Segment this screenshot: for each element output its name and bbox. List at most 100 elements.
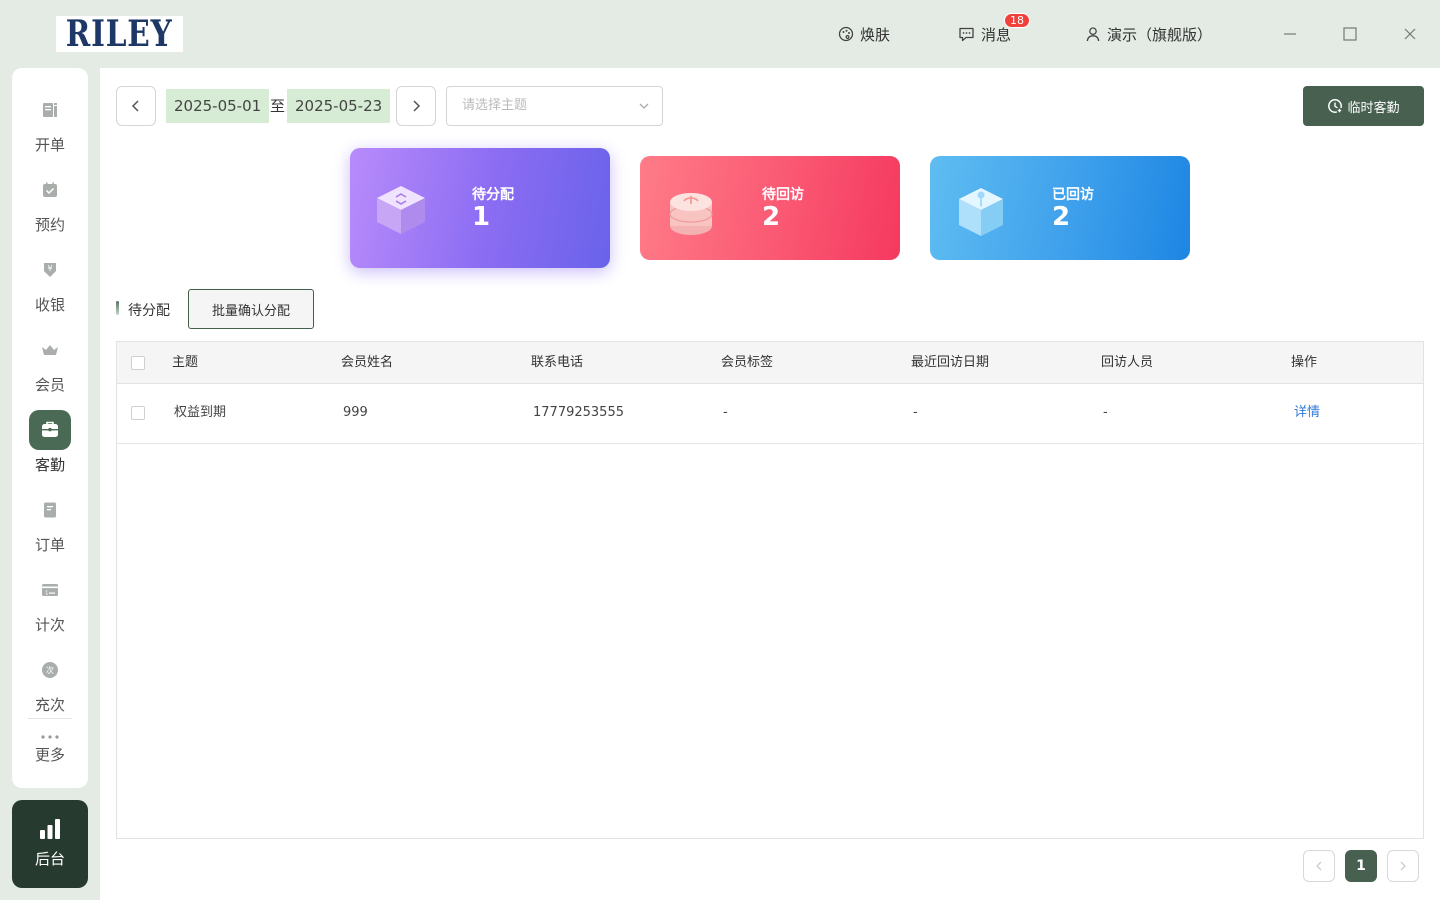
recharge-icon: 次 <box>42 662 58 678</box>
stat-card-title: 已回访 <box>1052 187 1094 203</box>
sidebar-item-member[interactable]: 会员 <box>12 330 88 400</box>
sidebar-divider <box>28 718 72 719</box>
sidebar-item-more[interactable]: 更多 <box>12 732 88 772</box>
backend-label: 后台 <box>34 850 65 868</box>
temp-visit-button[interactable]: 临时客勤 <box>1303 86 1424 126</box>
sidebar-item-label: 充次 <box>34 696 65 714</box>
user-label: 演示（旗舰版） <box>1107 25 1213 44</box>
main-panel: 2025-05-01 至 2025-05-23 请选择主题 临时客勤 待分配 1… <box>100 68 1440 900</box>
bar-chart-icon <box>40 819 60 839</box>
user-menu[interactable]: 演示（旗舰版） <box>1085 22 1212 46</box>
stat-card-pending-visit[interactable]: 待回访 2 <box>640 156 900 260</box>
chevron-left-icon <box>1316 861 1322 871</box>
chevron-right-icon <box>413 100 421 112</box>
cell-phone: 17779253555 <box>533 405 624 420</box>
sidebar-item-orders[interactable]: 订单 <box>12 490 88 560</box>
purple-box-icon <box>377 186 425 234</box>
stat-card-value: 1 <box>472 202 491 232</box>
temp-visit-label: 临时客勤 <box>1347 100 1400 116</box>
app-logo: RILEY <box>56 16 183 52</box>
stat-card-value: 2 <box>1052 202 1071 232</box>
minimize-button[interactable] <box>1278 22 1302 46</box>
crown-icon <box>42 345 58 355</box>
chevron-down-icon <box>639 103 649 109</box>
blue-cube-icon <box>959 188 1003 236</box>
cell-topic: 权益到期 <box>174 405 227 420</box>
logo-text: RILEY <box>66 13 173 55</box>
maximize-icon <box>1343 27 1357 41</box>
close-icon <box>1404 28 1416 40</box>
clock-plus-icon <box>1328 99 1343 114</box>
detail-link[interactable]: 详情 <box>1294 384 1320 442</box>
date-separator: 至 <box>270 97 286 115</box>
stat-card-title: 待回访 <box>762 187 804 203</box>
skin-label: 焕肤 <box>860 25 891 44</box>
table-row[interactable]: 权益到期 999 17779253555 - - - 详情 <box>117 384 1423 444</box>
sidebar-item-label: 收银 <box>34 296 65 314</box>
sidebar-item-label: 订单 <box>34 536 65 554</box>
cashier-icon: ¥ <box>44 263 56 277</box>
visit-table: 主题 会员姓名 联系电话 会员标签 最近回访日期 回访人员 操作 权益到期 99… <box>116 341 1424 839</box>
document-icon <box>44 502 56 518</box>
messages-badge: 18 <box>1004 13 1030 28</box>
chevron-right-icon <box>1400 861 1406 871</box>
sidebar: 开单 预约 ¥ 收银 会员 客勤 订单 1 计次 次 充次 更多 <box>12 68 88 788</box>
cell-last-visit-date: - <box>913 405 918 420</box>
sidebar-item-appointment[interactable]: 预约 <box>12 170 88 240</box>
svg-text:1: 1 <box>45 591 49 597</box>
end-date-input[interactable]: 2025-05-23 <box>287 89 391 123</box>
sidebar-item-label: 预约 <box>34 216 65 234</box>
briefcase-icon <box>42 421 58 437</box>
section-accent-bar <box>116 301 119 315</box>
svg-text:次: 次 <box>46 665 54 675</box>
sidebar-item-billing[interactable]: 开单 <box>12 90 88 160</box>
batch-assign-button[interactable]: 批量确认分配 <box>188 289 314 329</box>
minimize-icon <box>1284 33 1296 35</box>
chat-icon <box>959 27 974 42</box>
stat-card-value: 2 <box>762 202 781 232</box>
skin-button[interactable]: 焕肤 <box>838 22 890 46</box>
next-page-button[interactable] <box>1387 850 1419 882</box>
messages-button[interactable]: 消息 18 <box>958 13 1030 46</box>
current-page[interactable]: 1 <box>1345 850 1377 882</box>
card-icon: 1 <box>42 584 58 597</box>
table-header: 主题 会员姓名 联系电话 会员标签 最近回访日期 回访人员 操作 <box>117 342 1423 384</box>
svg-text:¥: ¥ <box>47 264 52 273</box>
sidebar-item-count-card[interactable]: 1 计次 <box>12 570 88 640</box>
sidebar-item-customer-care[interactable]: 客勤 <box>12 410 88 480</box>
topic-select[interactable]: 请选择主题 <box>446 86 663 126</box>
calendar-check-icon <box>43 182 57 197</box>
maximize-button[interactable] <box>1338 22 1362 46</box>
topic-select-placeholder: 请选择主题 <box>462 98 528 113</box>
sidebar-item-label: 开单 <box>34 136 65 154</box>
sidebar-more-label: 更多 <box>34 746 65 764</box>
backend-button[interactable]: 后台 <box>12 800 88 888</box>
row-checkbox[interactable] <box>131 406 145 420</box>
cell-visit-staff: - <box>1103 405 1108 420</box>
more-icon <box>41 735 59 739</box>
column-header: 会员姓名 <box>341 355 394 370</box>
palette-icon <box>838 26 854 42</box>
close-button[interactable] <box>1398 22 1422 46</box>
sidebar-item-recharge[interactable]: 次 充次 <box>12 650 88 720</box>
stat-card-visited[interactable]: 已回访 2 <box>930 156 1190 260</box>
cell-member-name: 999 <box>343 405 368 420</box>
sidebar-item-label: 客勤 <box>34 456 65 474</box>
sidebar-item-label: 会员 <box>34 376 65 394</box>
column-header: 操作 <box>1291 355 1318 370</box>
next-date-button[interactable] <box>396 86 436 126</box>
user-icon <box>1086 27 1100 42</box>
prev-date-button[interactable] <box>116 86 156 126</box>
sidebar-item-cashier[interactable]: ¥ 收银 <box>12 250 88 320</box>
column-header: 回访人员 <box>1101 355 1154 370</box>
prev-page-button[interactable] <box>1303 850 1335 882</box>
start-date-input[interactable]: 2025-05-01 <box>166 89 270 123</box>
coin-stack-icon <box>669 193 713 235</box>
stat-card-pending-assign[interactable]: 待分配 1 <box>350 148 610 268</box>
column-header: 主题 <box>172 355 199 370</box>
column-header: 会员标签 <box>721 355 774 370</box>
sidebar-item-label: 计次 <box>34 616 65 634</box>
select-all-checkbox[interactable] <box>131 356 145 370</box>
cell-member-tag: - <box>723 405 728 420</box>
column-header: 最近回访日期 <box>911 355 990 370</box>
